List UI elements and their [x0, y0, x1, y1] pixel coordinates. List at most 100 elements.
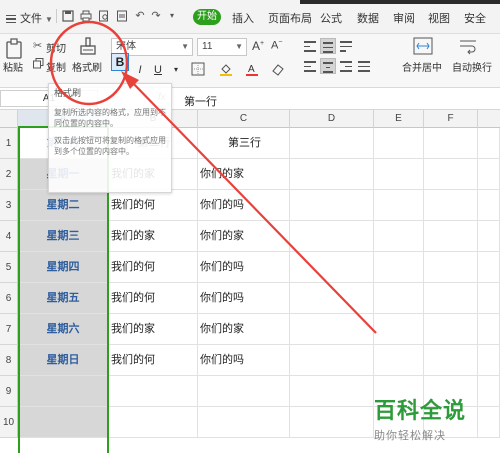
undo-icon[interactable]: ↶ [134, 10, 146, 22]
empty-cell[interactable] [290, 221, 374, 252]
wrap-text-icon[interactable] [458, 37, 478, 58]
empty-cell[interactable] [478, 345, 500, 376]
redo-icon[interactable]: ↷ [150, 10, 162, 22]
row-header[interactable]: 2 [0, 159, 18, 190]
cell-a[interactable]: 星期二 [18, 190, 109, 221]
empty-cell[interactable] [478, 159, 500, 190]
cell-c[interactable] [198, 376, 290, 407]
cut-label[interactable]: 剪切 [46, 40, 66, 55]
copy-icon[interactable] [33, 58, 44, 72]
bold-button[interactable]: B [111, 53, 129, 71]
column-header-d[interactable]: D [290, 110, 374, 128]
tab-home[interactable]: 开始 [193, 9, 221, 25]
scissors-icon[interactable]: ✂ [33, 39, 42, 52]
tab-review[interactable]: 审阅 [393, 10, 415, 26]
merge-label[interactable]: 合并居中 [402, 59, 442, 74]
empty-cell[interactable] [478, 128, 500, 159]
tab-security[interactable]: 安全 [464, 10, 486, 26]
clear-format-icon[interactable] [270, 62, 286, 78]
font-size-select[interactable]: 11 ▼ [197, 38, 247, 56]
tab-data[interactable]: 数据 [357, 10, 379, 26]
empty-cell[interactable] [424, 283, 478, 314]
empty-cell[interactable] [290, 345, 374, 376]
justify-icon[interactable] [356, 58, 372, 74]
cell-b[interactable] [109, 407, 198, 438]
empty-cell[interactable] [374, 283, 424, 314]
align-right-icon[interactable] [338, 58, 354, 74]
cell-c[interactable]: 你们的家 [198, 159, 290, 190]
empty-cell[interactable] [374, 314, 424, 345]
empty-cell[interactable] [374, 221, 424, 252]
empty-cell[interactable] [424, 252, 478, 283]
font-shrink-icon[interactable]: A− [271, 39, 282, 52]
row-header[interactable]: 9 [0, 376, 18, 407]
empty-cell[interactable] [424, 345, 478, 376]
empty-cell[interactable] [290, 128, 374, 159]
print-preview-icon[interactable] [98, 10, 110, 22]
align-middle-icon[interactable] [320, 38, 336, 54]
cell-a[interactable]: 星期日 [18, 345, 109, 376]
cell-b[interactable]: 我们的何 [109, 252, 198, 283]
empty-cell[interactable] [478, 190, 500, 221]
empty-cell[interactable] [374, 128, 424, 159]
empty-cell[interactable] [374, 252, 424, 283]
file-menu[interactable]: 文件 ▼ [6, 10, 53, 26]
row-header[interactable]: 3 [0, 190, 18, 221]
align-bottom-icon[interactable] [338, 38, 354, 54]
empty-cell[interactable] [374, 345, 424, 376]
cell-a[interactable] [18, 376, 109, 407]
cell-c[interactable]: 你们的吗 [198, 283, 290, 314]
format-painter-label[interactable]: 格式刷 [72, 59, 102, 74]
copy-label[interactable]: 复制 [46, 59, 66, 74]
column-header-c[interactable]: C [198, 110, 290, 128]
empty-cell[interactable] [424, 221, 478, 252]
formula-input[interactable]: 第一行 [184, 93, 217, 109]
row-header[interactable]: 6 [0, 283, 18, 314]
wrap-label[interactable]: 自动换行 [452, 59, 492, 74]
cell-a[interactable]: 星期三 [18, 221, 109, 252]
align-center-icon[interactable] [320, 58, 336, 74]
empty-cell[interactable] [290, 314, 374, 345]
cell-c[interactable]: 你们的吗 [198, 345, 290, 376]
font-color-icon[interactable]: A [244, 62, 260, 78]
tab-formulas[interactable]: 公式 [320, 10, 342, 26]
empty-cell[interactable] [424, 159, 478, 190]
save-icon[interactable] [62, 10, 74, 22]
row-header[interactable]: 4 [0, 221, 18, 252]
empty-cell[interactable] [290, 159, 374, 190]
column-header-f[interactable]: F [424, 110, 478, 128]
cell-c[interactable]: 你们的吗 [198, 252, 290, 283]
tab-insert[interactable]: 插入 [232, 10, 254, 26]
cell-b[interactable]: 我们的何 [109, 283, 198, 314]
column-header-e[interactable]: E [374, 110, 424, 128]
cell-b[interactable]: 我们的何 [109, 345, 198, 376]
empty-cell[interactable] [478, 314, 500, 345]
cell-b[interactable]: 我们的何 [109, 190, 198, 221]
align-left-icon[interactable] [302, 58, 318, 74]
cell-a[interactable]: 星期四 [18, 252, 109, 283]
font-grow-icon[interactable]: A+ [252, 39, 264, 53]
row-header[interactable]: 1 [0, 128, 18, 159]
brush-icon[interactable] [77, 36, 99, 58]
empty-cell[interactable] [290, 190, 374, 221]
cell-b[interactable]: 我们的家 [109, 314, 198, 345]
empty-cell[interactable] [478, 221, 500, 252]
empty-cell[interactable] [374, 159, 424, 190]
cell-b[interactable]: 我们的家 [109, 221, 198, 252]
empty-cell[interactable] [290, 407, 374, 438]
empty-cell[interactable] [290, 376, 374, 407]
empty-cell[interactable] [424, 128, 478, 159]
cell-a[interactable] [18, 407, 109, 438]
row-header[interactable]: 8 [0, 345, 18, 376]
empty-cell[interactable] [424, 190, 478, 221]
tab-page-layout[interactable]: 页面布局 [268, 10, 312, 26]
border-icon[interactable] [190, 62, 206, 78]
underline-icon[interactable]: U [150, 62, 166, 78]
dropdown-caret-icon[interactable]: ▾ [166, 10, 178, 22]
row-header[interactable]: 5 [0, 252, 18, 283]
empty-cell[interactable] [478, 283, 500, 314]
cell-c[interactable]: 你们的吗 [198, 190, 290, 221]
cell-a[interactable]: 星期六 [18, 314, 109, 345]
row-header[interactable]: 10 [0, 407, 18, 438]
paste-icon[interactable] [5, 38, 25, 60]
